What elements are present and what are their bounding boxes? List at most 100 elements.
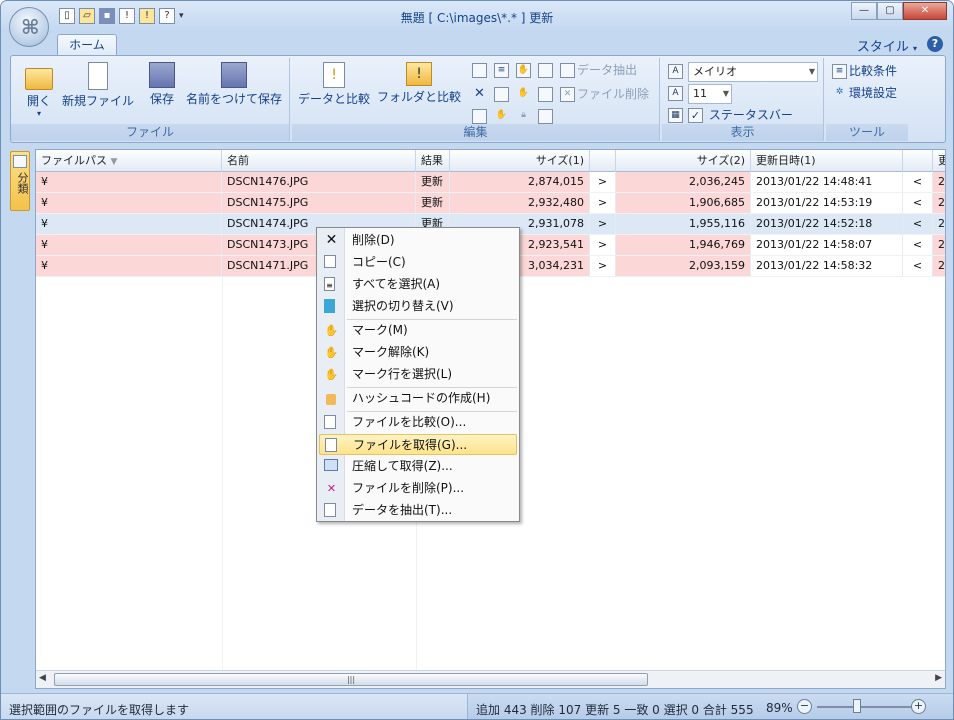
cell-cmp: > — [590, 235, 616, 256]
zoom-out-button[interactable]: − — [797, 699, 812, 714]
small-new-button[interactable] — [472, 60, 489, 80]
tab-home[interactable]: ホーム — [57, 34, 117, 56]
menu-item-get-file[interactable]: ファイルを取得(G)... — [319, 434, 517, 455]
compress-icon — [324, 459, 338, 471]
app-menu-button[interactable]: ⌘ — [9, 7, 49, 47]
small-delete-button[interactable]: ✕ — [472, 84, 489, 104]
menu-item-copy[interactable]: コピー(C) — [319, 252, 517, 273]
delete-file-button[interactable]: ✕ ファイル削除 — [560, 84, 649, 104]
menu-item-select-all[interactable]: ≡ すべてを選択(A) — [319, 274, 517, 295]
save-button[interactable]: 保存 — [145, 62, 179, 107]
new-file-label: 新規ファイル — [61, 94, 134, 108]
zoom-slider-thumb[interactable] — [853, 699, 861, 713]
small-hand-button[interactable]: ✋ — [494, 106, 511, 126]
warning-document-icon: ! — [323, 62, 345, 88]
close-icon: ✕ — [325, 232, 338, 248]
new-file-button[interactable]: 新規ファイル — [59, 62, 137, 109]
menu-item-extract[interactable]: データを抽出(T)... — [319, 500, 517, 521]
col-path[interactable]: ファイルパス ▼ — [36, 150, 222, 172]
scroll-thumb[interactable]: ||| — [54, 673, 648, 686]
statusbar-label: ステータスバー — [708, 108, 793, 122]
category-label: 分類 — [16, 172, 29, 194]
zoom-slider[interactable] — [817, 706, 913, 708]
cell-date1: 2013/01/22 14:52:18 — [751, 214, 903, 235]
col-cmp2[interactable] — [903, 150, 933, 172]
col-size1[interactable]: サイズ(1) — [450, 150, 590, 172]
env-settings-button[interactable]: ✲ 環境設定 — [832, 83, 897, 103]
cell-result: 更新 — [416, 193, 450, 214]
cell-path: ¥ — [36, 235, 222, 256]
cell-cmp2: < — [903, 193, 933, 214]
maximize-button[interactable]: ▢ — [877, 2, 903, 20]
delete-file-icon: ✕ — [560, 87, 575, 102]
cell-cmp: > — [590, 256, 616, 277]
menu-label: データを抽出(T)... — [352, 503, 453, 517]
small-copy-button[interactable] — [538, 60, 555, 80]
cell-cmp2: < — [903, 214, 933, 235]
menu-item-compare-file[interactable]: ファイルを比較(O)... — [319, 412, 517, 433]
statusbar-icon: ▦ — [668, 108, 683, 123]
cell-cmp: > — [590, 193, 616, 214]
menu-item-select-marked[interactable]: ✋ マーク行を選択(L) — [319, 364, 517, 385]
group-file: 開く ▾ 新規ファイル 保存 名前をつけて保存 ファイル — [11, 58, 290, 141]
menu-item-delete-file[interactable]: ✕ ファイルを削除(P)... — [319, 478, 517, 499]
menu-item-toggle-selection[interactable]: 選択の切り替え(V) — [319, 296, 517, 317]
font-icon: A — [668, 64, 683, 79]
copy-icon — [538, 63, 553, 78]
menu-item-compress-get[interactable]: 圧縮して取得(Z)... — [319, 456, 517, 477]
col-date1[interactable]: 更新日時(1) — [751, 150, 903, 172]
zoom-in-button[interactable]: + — [911, 699, 926, 714]
small-mark-button[interactable]: ✋ — [516, 84, 533, 104]
menu-item-hash[interactable]: ハッシュコードの作成(H) — [319, 388, 517, 409]
style-menu[interactable]: スタイル ▾ — [857, 36, 917, 55]
cell-cmp: > — [590, 172, 616, 193]
col-cmp[interactable] — [590, 150, 616, 172]
menu-item-mark[interactable]: ✋ マーク(M) — [319, 320, 517, 341]
menu-label: すべてを選択(A) — [352, 277, 441, 291]
small-list-button[interactable]: ≡ — [494, 60, 511, 80]
col-next[interactable]: 更 — [933, 150, 945, 172]
grid-guide — [222, 277, 223, 672]
menu-item-unmark[interactable]: ✋ マーク解除(K) — [319, 342, 517, 363]
compare-conditions-button[interactable]: ≡ 比較条件 — [832, 61, 897, 81]
small-unmark-button[interactable]: ✋ — [516, 60, 533, 80]
toggle-selection-icon — [324, 299, 335, 313]
font-select[interactable]: メイリオ ▼ — [688, 62, 818, 82]
table-row[interactable]: ¥ DSCN1476.JPG 更新 2,874,015 > 2,036,245 … — [36, 172, 945, 193]
col-size2[interactable]: サイズ(2) — [616, 150, 751, 172]
help-button[interactable]: ? — [927, 36, 943, 52]
col-result[interactable]: 結果 — [416, 150, 450, 172]
minimize-button[interactable]: — — [851, 2, 877, 20]
small-save-button[interactable] — [538, 84, 555, 104]
horizontal-scrollbar[interactable]: ◀ ||| ▶ — [36, 670, 945, 688]
small-compress-button[interactable] — [472, 106, 489, 126]
context-menu: ✕ 削除(D) コピー(C) ≡ すべてを選択(A) 選択の切り替え(V) ✋ マーク… — [316, 227, 520, 522]
scroll-right-icon[interactable]: ▶ — [935, 673, 942, 683]
menu-label: ハッシュコードの作成(H) — [352, 391, 491, 405]
close-button[interactable]: ✕ — [903, 2, 947, 20]
cell-size2: 1,906,685 — [616, 193, 751, 214]
small-monitor-button[interactable] — [538, 106, 555, 126]
save-as-button[interactable]: 名前をつけて保存 — [183, 62, 285, 107]
statusbar-toggle[interactable]: ✓ ステータスバー — [688, 105, 793, 125]
table-row[interactable]: ¥ DSCN1475.JPG 更新 2,932,480 > 1,906,685 … — [36, 193, 945, 214]
small-lock-button[interactable]: 🔒︎ — [516, 106, 533, 126]
delete-file-icon: ✕ — [326, 482, 337, 495]
group-label: 表示 — [662, 124, 823, 141]
extract-data-button[interactable]: データ抽出 — [560, 60, 637, 80]
font-size-icon: A — [668, 86, 683, 101]
unmark-icon: ✋ — [516, 63, 531, 78]
small-doc-button[interactable] — [494, 84, 511, 104]
copy-icon — [324, 255, 336, 268]
font-size-select[interactable]: 11 ▼ — [688, 84, 732, 104]
scroll-left-icon[interactable]: ◀ — [39, 673, 46, 683]
open-button[interactable]: 開く ▾ — [21, 62, 57, 118]
env-settings-label: 環境設定 — [849, 86, 898, 100]
category-panel-tab[interactable]: 分類 — [10, 151, 30, 211]
select-all-icon: ≡ — [324, 277, 335, 291]
col-name[interactable]: 名前 — [222, 150, 416, 172]
compare-folder-button[interactable]: ! フォルダと比較 — [376, 62, 462, 105]
menu-item-delete[interactable]: ✕ 削除(D) — [319, 230, 517, 251]
compare-data-label: データと比較 — [297, 92, 370, 106]
compare-data-button[interactable]: ! データと比較 — [296, 62, 372, 107]
